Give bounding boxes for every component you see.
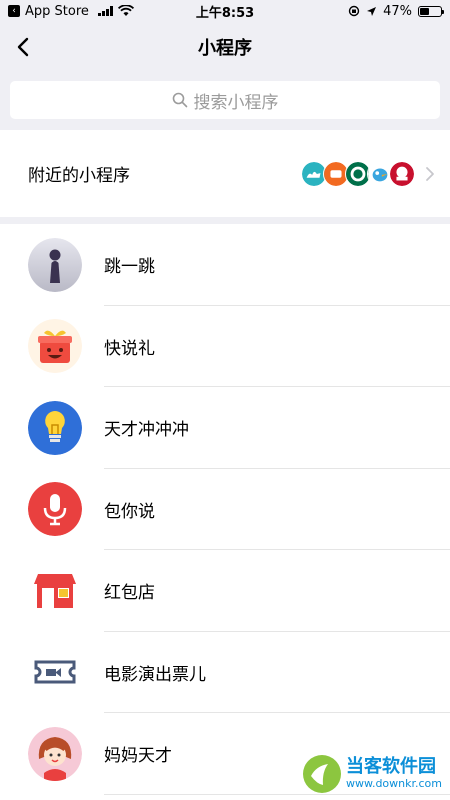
light-bulb-icon [28, 400, 82, 455]
back-app-label[interactable]: App Store [25, 4, 89, 19]
watermark: 当客软件园 www.downkr.com [302, 754, 442, 794]
signal-icon [97, 6, 113, 16]
list-item-label: 跳一跳 [104, 257, 155, 278]
list-item-kuaishuoli[interactable]: 快说礼 [0, 306, 450, 388]
status-bar: ‹ App Store 上午8:53 47% [0, 0, 450, 22]
wifi-icon [117, 5, 134, 16]
chess-piece-icon [28, 237, 82, 292]
back-to-app-icon[interactable]: ‹ [8, 5, 20, 17]
list-item-dianyingyanchupiaoer[interactable]: 电影演出票儿 [0, 632, 450, 714]
rotation-lock-icon [348, 5, 360, 17]
search-placeholder: 搜索小程序 [193, 92, 279, 113]
search-section: 搜索小程序 [0, 72, 450, 130]
mom-avatar-icon [28, 726, 82, 781]
list-item-hongbaodian[interactable]: 红包店 [0, 550, 450, 632]
battery-percent: 47% [383, 3, 412, 19]
shop-icon [28, 563, 82, 618]
downkr-logo-icon [302, 755, 341, 793]
nearby-mini-programs-row[interactable]: 附近的小程序 [0, 130, 450, 217]
nearby-logos [301, 160, 435, 187]
list-item-label: 红包店 [104, 583, 155, 604]
kfc-logo-icon [389, 160, 415, 187]
list-item-label: 包你说 [104, 501, 155, 522]
list-item-baonishuo[interactable]: 包你说 [0, 469, 450, 551]
page-title: 小程序 [198, 38, 252, 59]
list-item-label: 电影演出票儿 [104, 664, 206, 685]
search-icon [172, 92, 187, 108]
watermark-url: www.downkr.com [345, 777, 442, 790]
search-input[interactable]: 搜索小程序 [10, 81, 440, 119]
status-time: 上午8:53 [195, 5, 255, 21]
chevron-right-icon [426, 166, 434, 181]
list-item-label: 天才冲冲冲 [104, 420, 189, 441]
list-item-label: 快说礼 [104, 338, 155, 359]
list-item-tiancaichongchongchong[interactable]: 天才冲冲冲 [0, 387, 450, 469]
ticket-icon [28, 645, 82, 700]
battery-icon [418, 5, 444, 17]
list-item-tiaoyitiao[interactable]: 跳一跳 [0, 224, 450, 306]
list-item-label: 妈妈天才 [104, 746, 172, 767]
mini-program-list: 跳一跳 快说礼 天才冲冲冲 包你说 红包店 电影演出票儿 妈妈天才 [0, 224, 450, 800]
location-icon [367, 6, 377, 16]
nav-bar: 小程序 [0, 22, 450, 72]
gift-box-icon [28, 319, 82, 374]
nearby-label: 附近的小程序 [28, 166, 130, 186]
microphone-icon [28, 482, 82, 537]
watermark-name: 当客软件园 [345, 756, 436, 777]
back-arrow-icon[interactable] [12, 35, 36, 59]
